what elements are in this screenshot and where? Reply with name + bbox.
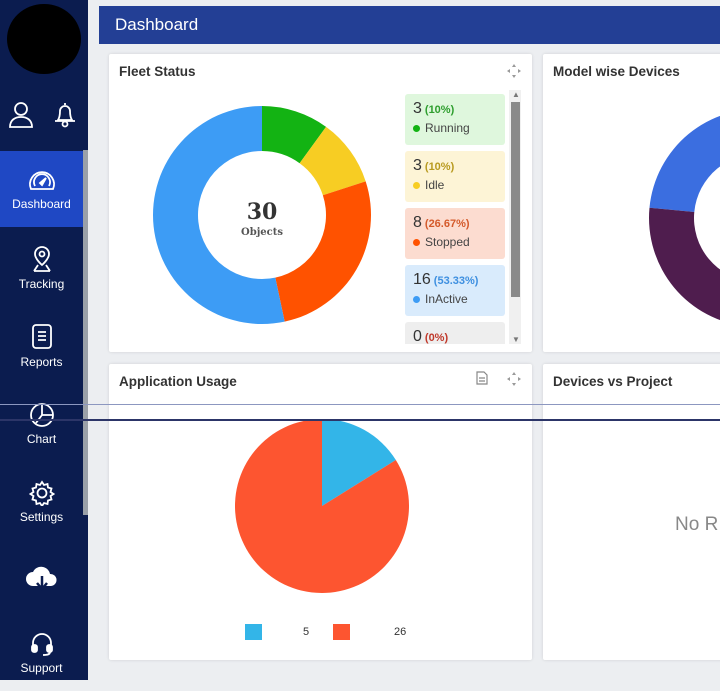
fleet-status-item-running[interactable]: 3 (10%) Running (405, 94, 505, 145)
bell-icon[interactable] (53, 100, 77, 133)
user-icon[interactable] (8, 100, 34, 133)
status-count: 0 (413, 328, 422, 344)
legend-scrollbar[interactable]: ▲ ▼ (509, 90, 521, 344)
status-count: 3 (413, 157, 422, 174)
card-title: Model wise Devices (553, 64, 680, 79)
donut-center-label: Objects (240, 227, 284, 238)
sidebar-item-dashboard[interactable]: Dashboard (0, 151, 83, 227)
sidebar-item-tracking[interactable]: Tracking (0, 230, 83, 306)
scroll-down-icon[interactable]: ▼ (512, 335, 520, 344)
legend-swatch[interactable] (333, 624, 350, 640)
sidebar-item-download[interactable] (0, 543, 83, 619)
speedometer-icon (28, 171, 55, 190)
model-wise-devices-card: Model wise Devices (543, 54, 720, 352)
fleet-status-item-stopped[interactable]: 8 (26.67%) Stopped (405, 208, 505, 259)
card-title: Application Usage (119, 374, 237, 389)
status-label: Stopped (413, 235, 497, 249)
scroll-thumb[interactable] (511, 102, 520, 297)
fleet-status-item-unknown[interactable]: 0 (0%) (405, 322, 505, 344)
application-usage-pie (235, 419, 409, 593)
fleet-status-legend: 3 (10%) Running 3 (10%) Idle 8 (26.67%) Stopp… (405, 94, 509, 344)
card-title: Fleet Status (119, 64, 196, 79)
no-records-text: No R (675, 514, 719, 535)
card-title: Devices vs Project (553, 374, 673, 389)
headset-icon (30, 633, 53, 656)
sidebar-top-icons (0, 100, 88, 134)
application-usage-card: Application Usage 5 26 (109, 364, 532, 660)
pie-slice-model-1[interactable] (649, 207, 720, 327)
sidebar-item-settings[interactable]: Settings (0, 464, 83, 540)
status-dot-icon (413, 295, 420, 303)
avatar[interactable] (7, 4, 81, 74)
legend-value: 5 (303, 626, 310, 638)
legend-value: 26 (394, 626, 407, 638)
pie-chart-icon (29, 403, 54, 427)
status-dot-icon (413, 124, 420, 132)
status-label: Idle (413, 178, 497, 192)
sidebar-item-label: Settings (19, 510, 64, 524)
move-icon[interactable] (507, 64, 521, 78)
donut-center-value: 30 (246, 199, 278, 225)
status-label: InActive (413, 292, 497, 306)
move-icon[interactable] (507, 372, 521, 386)
fleet-status-item-inactive[interactable]: 16 (53.33%) InActive (405, 265, 505, 316)
status-percent: (10%) (424, 104, 455, 116)
status-percent: (26.67%) (424, 218, 470, 230)
sidebar-item-label: Reports (20, 355, 63, 369)
cloud-download-icon (25, 566, 57, 591)
render-artifact-line (0, 404, 720, 405)
document-icon (31, 324, 52, 349)
sidebar-item-reports[interactable]: Reports (0, 308, 83, 384)
render-artifact-line (0, 419, 720, 421)
export-document-icon[interactable] (476, 371, 488, 385)
status-count: 3 (413, 100, 422, 117)
status-percent: (10%) (424, 161, 455, 173)
fleet-status-item-idle[interactable]: 3 (10%) Idle (405, 151, 505, 202)
status-count: 16 (413, 271, 431, 288)
status-percent: (0%) (424, 332, 449, 344)
sidebar-item-label: Chart (26, 432, 57, 446)
location-pin-icon (32, 246, 51, 272)
page-title: Dashboard (99, 6, 720, 44)
status-count: 8 (413, 214, 422, 231)
sidebar-item-chart[interactable]: Chart (0, 386, 83, 462)
sidebar: Dashboard Tracking Reports Chart Setting… (0, 0, 88, 680)
devices-vs-project-card: Devices vs Project No R (543, 364, 720, 660)
legend-swatch[interactable] (245, 624, 262, 640)
status-percent: (53.33%) (433, 275, 479, 287)
status-dot-icon (413, 181, 420, 189)
sidebar-item-label: Tracking (18, 277, 65, 291)
scroll-up-icon[interactable]: ▲ (512, 90, 520, 99)
status-label: Running (413, 121, 497, 135)
fleet-status-card: Fleet Status 30 Objects 3 (10%) Running 3(… (109, 54, 532, 352)
sidebar-item-label: Support (20, 661, 63, 675)
sidebar-item-label: Dashboard (12, 197, 71, 211)
sidebar-scrollbar[interactable] (83, 150, 88, 515)
gear-icon (28, 480, 55, 506)
status-dot-icon (413, 238, 420, 246)
model-wise-donut (649, 116, 720, 327)
